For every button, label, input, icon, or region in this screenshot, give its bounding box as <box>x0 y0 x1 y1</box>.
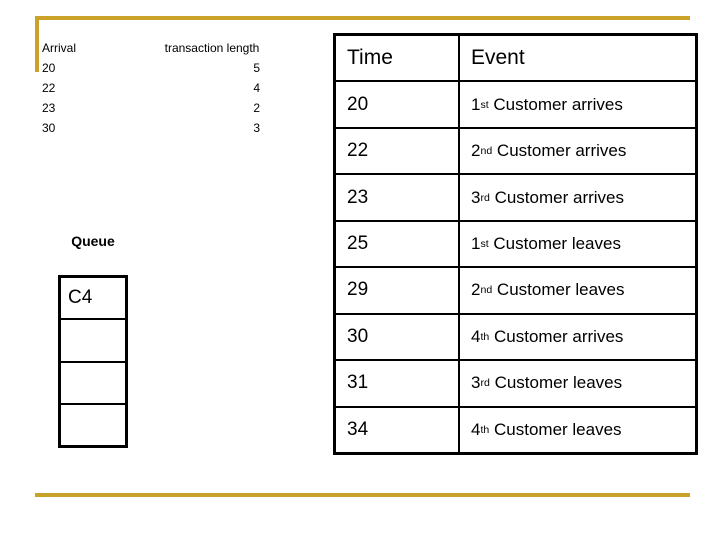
event-ordinal-number: 3 <box>471 373 481 393</box>
transaction-length-value: 3 <box>253 121 260 135</box>
table-row: 23 3rd Customer arrives <box>336 175 695 222</box>
table-row: 31 3rd Customer leaves <box>336 361 695 408</box>
event-time: 29 <box>336 268 460 313</box>
table-row: 29 2nd Customer leaves <box>336 268 695 315</box>
event-text: Customer arrives <box>494 187 624 207</box>
arrival-list-row: 23 2 <box>42 98 272 118</box>
event-text: Customer leaves <box>494 373 623 393</box>
event-ordinal-number: 4 <box>471 419 481 439</box>
event-text: Customer leaves <box>496 280 625 300</box>
event-text: Customer arrives <box>494 326 624 346</box>
table-row: 20 1st Customer arrives <box>336 82 695 129</box>
event-text: Customer leaves <box>493 233 621 253</box>
event-time: 31 <box>336 361 460 406</box>
event-time: 34 <box>336 407 460 452</box>
arrival-value: 23 <box>42 101 56 115</box>
event-time: 20 <box>336 82 460 127</box>
event-time: 23 <box>336 175 460 220</box>
event-description: 2nd Customer leaves <box>471 280 625 300</box>
event-ordinal-number: 3 <box>471 187 481 207</box>
slide-canvas: Arrival transaction length 20 5 22 4 23 … <box>0 0 720 540</box>
arrival-list-row: 20 5 <box>42 58 272 78</box>
arrival-list: Arrival transaction length 20 5 22 4 23 … <box>42 38 272 138</box>
transaction-length-value: 5 <box>253 61 260 75</box>
event-ordinal-number: 1 <box>471 233 481 253</box>
gold-top-rule <box>35 16 690 20</box>
gold-bottom-rule <box>35 493 690 497</box>
arrival-list-row: 30 3 <box>42 118 272 138</box>
table-row: 25 1st Customer leaves <box>336 221 695 269</box>
event-ordinal-number: 2 <box>471 141 481 161</box>
queue-box: C4 <box>58 275 128 448</box>
event-text: Customer arrives <box>496 141 627 161</box>
event-text: Customer leaves <box>494 419 622 439</box>
transaction-length-value: 4 <box>253 81 260 95</box>
arrival-value: 30 <box>42 121 56 135</box>
event-description: 4th Customer arrives <box>471 326 624 346</box>
queue-label: Queue <box>71 233 115 249</box>
event-ordinal-number: 1 <box>471 94 481 114</box>
event-column-header: Event <box>471 46 525 70</box>
queue-cell <box>61 405 125 445</box>
event-time: 22 <box>336 128 460 174</box>
arrival-list-row: 22 4 <box>42 78 272 98</box>
event-description: 1st Customer leaves <box>471 233 621 253</box>
event-description: 2nd Customer arrives <box>471 141 627 161</box>
event-time: 25 <box>336 221 460 267</box>
event-table: Time Event 20 1st Customer arrives 22 2n… <box>333 33 698 455</box>
event-text: Customer arrives <box>493 94 623 114</box>
event-ordinal-number: 2 <box>471 280 481 300</box>
arrival-value: 22 <box>42 81 56 95</box>
transaction-length-column-header: transaction length <box>164 41 260 55</box>
arrival-list-header: Arrival transaction length <box>42 38 272 58</box>
event-table-header-row: Time Event <box>336 36 695 83</box>
queue-cell <box>61 363 125 405</box>
table-row: 34 4th Customer leaves <box>336 407 695 452</box>
event-description: 3rd Customer leaves <box>471 373 623 393</box>
table-row: 30 4th Customer arrives <box>336 314 695 362</box>
gold-left-rule <box>35 16 39 72</box>
queue-cell: C4 <box>61 278 125 321</box>
event-description: 1st Customer arrives <box>471 94 623 114</box>
queue-cell <box>61 320 125 363</box>
event-time: 30 <box>336 314 460 360</box>
event-description: 3rd Customer arrives <box>471 187 624 207</box>
event-ordinal-number: 4 <box>471 326 481 346</box>
table-row: 22 2nd Customer arrives <box>336 128 695 176</box>
arrival-value: 20 <box>42 61 56 75</box>
event-description: 4th Customer leaves <box>471 419 622 439</box>
arrival-column-header: Arrival <box>42 41 77 55</box>
time-column-header: Time <box>336 36 460 81</box>
transaction-length-value: 2 <box>253 101 260 115</box>
